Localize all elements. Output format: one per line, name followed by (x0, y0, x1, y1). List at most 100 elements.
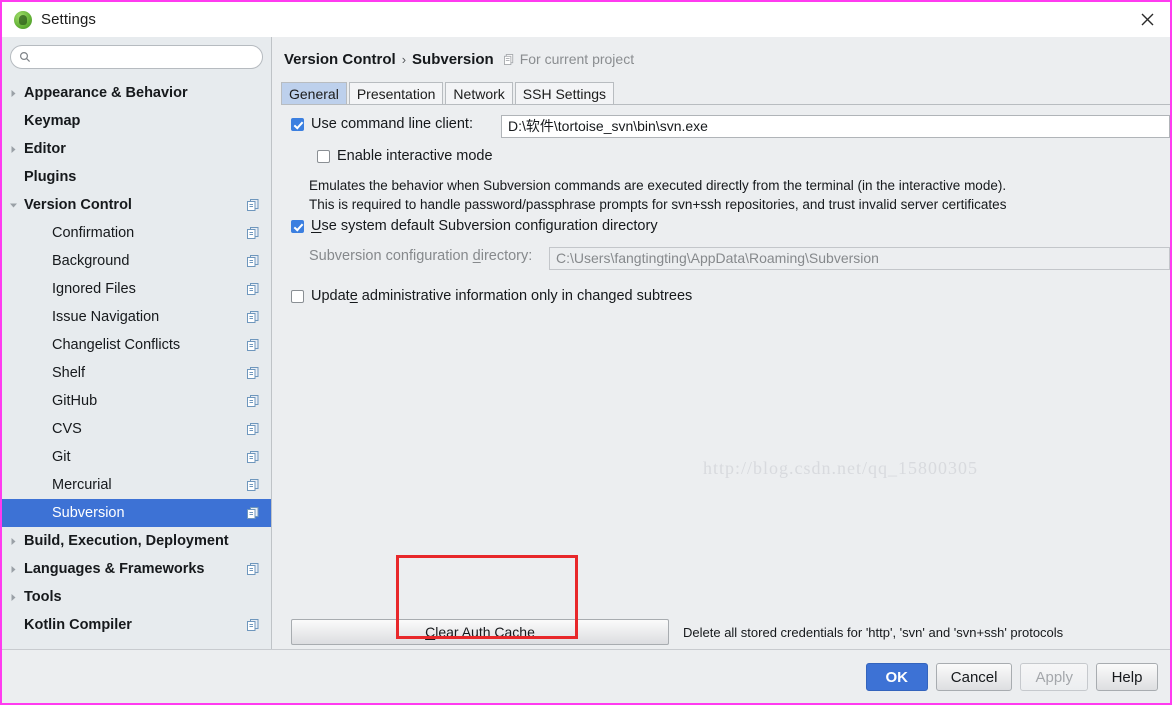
use-command-line-client-row: Use command line client: (291, 116, 473, 132)
interactive-description-line-1: Emulates the behavior when Subversion co… (309, 178, 1007, 193)
cancel-button[interactable]: Cancel (935, 663, 1013, 691)
sidebar-item-label: Mercurial (52, 477, 112, 493)
sidebar-item-background[interactable]: Background (2, 247, 271, 275)
breadcrumb-root[interactable]: Version Control (284, 51, 396, 68)
project-scope-icon (247, 423, 259, 435)
sidebar-item-label: Kotlin Compiler (24, 617, 132, 633)
update-admin-info-checkbox[interactable] (291, 289, 304, 303)
tab-presentation[interactable]: Presentation (348, 82, 444, 104)
settings-sidebar: Appearance & Behavior Keymap Editor Plugins… (2, 37, 272, 649)
chevron-right-icon (11, 565, 15, 573)
project-scope-icon (247, 283, 259, 295)
scope-note-label: For current project (519, 51, 635, 67)
interactive-description-line-2: This is required to handle password/pass… (309, 197, 1007, 212)
settings-tabs: General Presentation Network SSH Settings (281, 82, 1170, 105)
sidebar-item-label: Version Control (24, 197, 132, 213)
sidebar-item-cvs[interactable]: CVS (2, 415, 271, 443)
tree-expand-toggle[interactable] (2, 145, 24, 154)
chevron-right-icon (11, 89, 15, 97)
sidebar-item-git[interactable]: Git (2, 443, 271, 471)
ok-button[interactable]: OK (865, 663, 928, 691)
sidebar-item-languages-frameworks[interactable]: Languages & Frameworks (2, 555, 271, 583)
sidebar-item-confirmation[interactable]: Confirmation (2, 219, 271, 247)
scope-note: For current project (503, 51, 635, 67)
config-directory-label-pre: Subversion configuration (309, 248, 473, 264)
tree-expand-toggle[interactable] (2, 565, 24, 574)
sidebar-item-mercurial[interactable]: Mercurial (2, 471, 271, 499)
tree-expand-toggle[interactable] (2, 537, 24, 546)
clear-auth-cache-description: Delete all stored credentials for 'http'… (683, 624, 1064, 640)
project-scope-icon (247, 339, 259, 351)
clear-auth-cache-mnemonic: C (425, 624, 436, 640)
use-system-default-config-row: Use system default Subversion configurat… (291, 218, 658, 234)
use-command-line-client-label: Use command line client: (311, 116, 473, 132)
command-line-client-path-input[interactable]: D:\软件\tortoise_svn\bin\svn.exe (501, 115, 1170, 138)
tab-general[interactable]: General (281, 82, 347, 104)
sidebar-item-label: Git (52, 449, 71, 465)
breadcrumb: Version Control › Subversion For current… (284, 51, 634, 68)
tab-network[interactable]: Network (445, 82, 513, 104)
config-directory-label-post: irectory: (480, 248, 533, 264)
sidebar-item-label: GitHub (52, 393, 98, 409)
config-directory-input[interactable]: C:\Users\fangtingting\AppData\Roaming\Su… (549, 247, 1170, 270)
help-button[interactable]: Help (1096, 663, 1158, 691)
chevron-right-icon (11, 145, 15, 153)
sidebar-item-github[interactable]: GitHub (2, 387, 271, 415)
breadcrumb-leaf: Subversion (412, 51, 494, 68)
settings-dialog: Settings Appearance & Behavior Keymap Edit… (0, 0, 1172, 705)
tree-expand-toggle[interactable] (2, 89, 24, 98)
clear-auth-cache-label-rest: lear Auth Cache (435, 624, 535, 640)
tab-ssh-settings[interactable]: SSH Settings (514, 82, 615, 104)
config-directory-label-mnemonic: d (472, 248, 481, 264)
clear-auth-cache-button[interactable]: Clear Auth Cache (291, 619, 669, 645)
sidebar-item-issue-navigation[interactable]: Issue Navigation (2, 303, 271, 331)
sidebar-item-label: Background (52, 253, 130, 269)
sidebar-item-shelf[interactable]: Shelf (2, 359, 271, 387)
clear-auth-cache-row: Clear Auth Cache Delete all stored crede… (291, 619, 1063, 645)
sidebar-item-subversion[interactable]: Subversion (2, 499, 271, 527)
search-input[interactable] (35, 49, 254, 65)
sidebar-item-build-execution-deployment[interactable]: Build, Execution, Deployment (2, 527, 271, 555)
sidebar-item-label: Ignored Files (52, 281, 136, 297)
app-icon (14, 10, 32, 29)
close-icon (1141, 13, 1153, 25)
sidebar-item-label: CVS (52, 421, 82, 437)
sidebar-item-appearance-behavior[interactable]: Appearance & Behavior (2, 79, 271, 107)
tree-collapse-toggle[interactable] (2, 201, 24, 210)
use-command-line-client-checkbox[interactable] (291, 117, 304, 131)
enable-interactive-mode-checkbox[interactable] (317, 149, 330, 163)
sidebar-item-keymap[interactable]: Keymap (2, 107, 271, 135)
sidebar-item-label: Subversion (52, 505, 125, 521)
sidebar-item-version-control[interactable]: Version Control (2, 191, 271, 219)
enable-interactive-mode-row: Enable interactive mode (317, 148, 493, 164)
apply-button: Apply (1020, 663, 1088, 691)
search-box[interactable] (10, 45, 263, 69)
chevron-right-icon (11, 537, 15, 545)
update-admin-info-row: Update administrative information only i… (291, 288, 692, 304)
project-scope-icon (247, 367, 259, 379)
project-scope-icon (247, 451, 259, 463)
sidebar-item-plugins[interactable]: Plugins (2, 163, 271, 191)
project-scope-icon (503, 54, 513, 65)
use-system-default-config-label: Use system default Subversion configurat… (311, 218, 658, 234)
sidebar-item-ignored-files[interactable]: Ignored Files (2, 275, 271, 303)
project-scope-icon (247, 311, 259, 323)
settings-tree: Appearance & Behavior Keymap Editor Plugins… (2, 79, 271, 639)
sidebar-item-editor[interactable]: Editor (2, 135, 271, 163)
sidebar-item-label: Plugins (24, 169, 77, 185)
sidebar-item-kotlin-compiler[interactable]: Kotlin Compiler (2, 611, 271, 639)
use-system-default-config-mnemonic: U (311, 218, 322, 234)
general-panel: Use command line client: D:\软件\tortoise_… (273, 106, 1170, 659)
tree-expand-toggle[interactable] (2, 593, 24, 602)
sidebar-item-label: Appearance & Behavior (24, 85, 188, 101)
watermark-main: http://blog.csdn.net/qq_15800305 (703, 458, 978, 478)
project-scope-icon (247, 479, 259, 491)
sidebar-item-label: Languages & Frameworks (24, 561, 205, 577)
dialog-footer: https://blog.csdn.net/hzhiqiang1517 OKCa… (2, 649, 1170, 703)
use-system-default-config-checkbox[interactable] (291, 219, 304, 233)
sidebar-item-changelist-conflicts[interactable]: Changelist Conflicts (2, 331, 271, 359)
project-scope-icon (247, 199, 259, 211)
sidebar-item-tools[interactable]: Tools (2, 583, 271, 611)
close-button[interactable] (1124, 2, 1170, 36)
sidebar-item-label: Keymap (24, 113, 81, 129)
